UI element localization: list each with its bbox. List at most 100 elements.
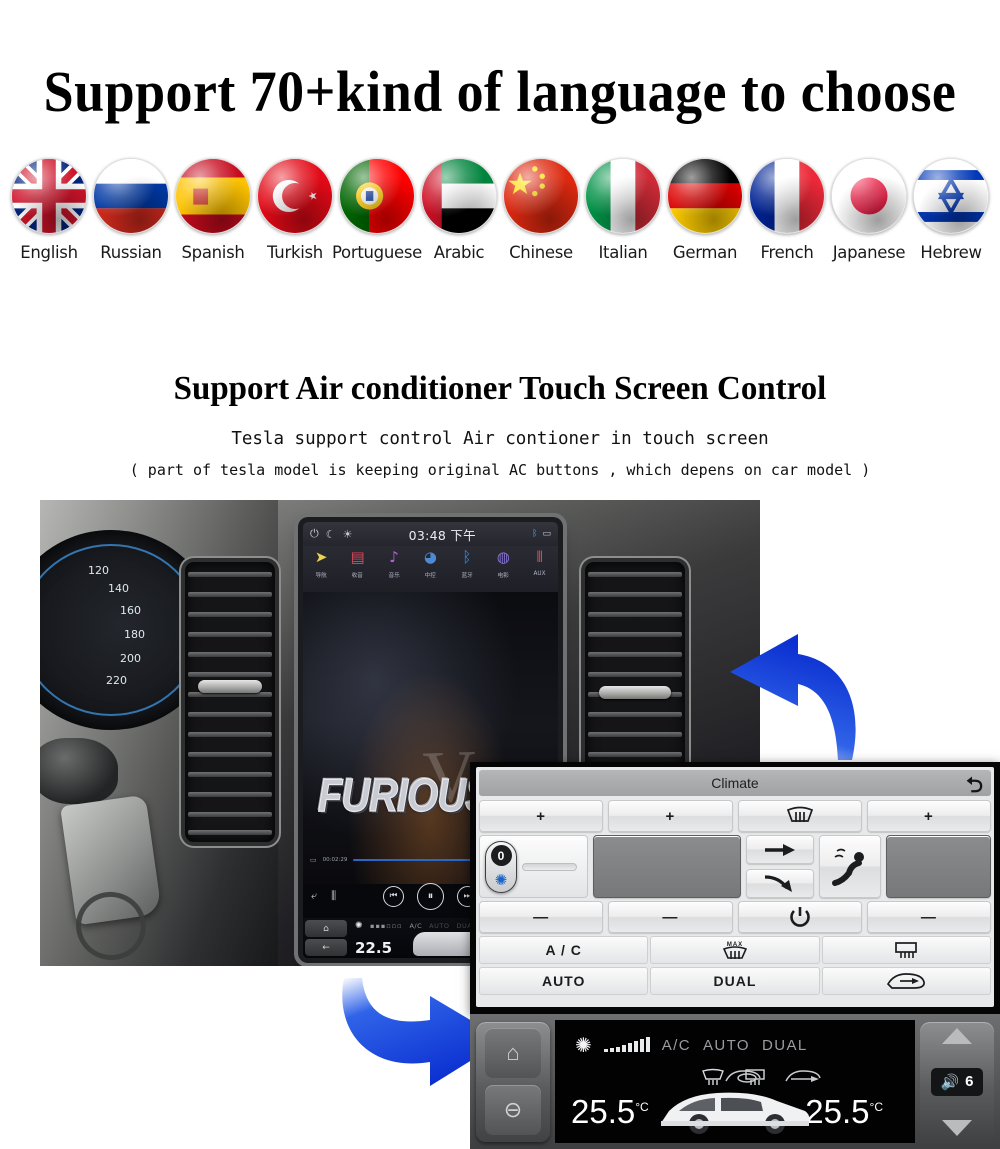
list-item-label: German	[672, 243, 738, 262]
airflow-foot-button[interactable]	[746, 869, 814, 898]
air-vent-left	[185, 562, 275, 842]
ac-toggle-button[interactable]: A / C	[479, 936, 649, 964]
back-icon[interactable]: ⊖	[485, 1084, 541, 1135]
fan-speed-slider[interactable]: 0 ✺	[479, 835, 588, 898]
list-item[interactable]: French	[746, 158, 828, 262]
arrow-curve-down-icon	[764, 874, 792, 892]
back-arrow-icon[interactable]: ⮌	[966, 771, 983, 806]
climate-row-decrease: — — —	[479, 901, 991, 933]
list-item[interactable]: Arabic	[418, 158, 500, 262]
app-nav[interactable]: ➤ 导航	[306, 549, 336, 579]
climate-control-panel[interactable]: Climate ⮌ + + + 0 ✺ — — — A / C MAX AUTO…	[470, 762, 1000, 1014]
back-icon[interactable]: ←	[305, 939, 347, 956]
ac-label[interactable]: A/C	[409, 922, 422, 930]
aux-icon: ⦀	[536, 548, 544, 566]
list-item[interactable]: English	[8, 158, 90, 262]
volume-value: 6	[965, 1073, 974, 1090]
max-defrost-button[interactable]: MAX	[650, 936, 820, 964]
volume-display: 🔊 6	[931, 1067, 983, 1096]
status-left-icons: ⏻ ☾ ☀	[310, 527, 352, 541]
bluetooth-icon: ᛒ	[462, 548, 472, 566]
list-item[interactable]: Hebrew	[910, 158, 992, 262]
fan-level-bars: ▪▪▪▫▫▫	[370, 922, 403, 930]
equalizer-icon[interactable]: ⫼	[331, 889, 336, 903]
seat-airflow-button[interactable]	[819, 835, 881, 898]
temp-right-display[interactable]	[886, 835, 991, 898]
temperature-left-value: 25.5	[571, 1093, 636, 1130]
flag-spain-icon	[175, 158, 251, 234]
temp-left-down-button[interactable]: —	[479, 901, 604, 933]
auto-label[interactable]: AUTO	[429, 922, 449, 930]
list-item-label: Turkish	[267, 243, 323, 262]
triangle-down-icon[interactable]	[942, 1119, 972, 1136]
list-item[interactable]: Turkish	[254, 158, 336, 262]
app-music[interactable]: ♪ 音乐	[379, 549, 409, 579]
home-icon[interactable]: ⌂	[485, 1028, 541, 1079]
climate-row-auto: AUTO DUAL	[479, 967, 991, 995]
temp-right-down-button[interactable]: —	[866, 901, 991, 933]
dual-toggle-button[interactable]: DUAL	[650, 967, 820, 995]
triangle-up-icon[interactable]	[942, 1027, 972, 1044]
list-item[interactable]: Russian	[90, 158, 172, 262]
temp-left-display[interactable]	[593, 835, 741, 898]
bluetooth-icon: ᛒ	[532, 529, 538, 539]
app-movie[interactable]: ◍ 电影	[488, 549, 518, 579]
flag-russia-icon	[93, 158, 169, 234]
auto-toggle-button[interactable]: AUTO	[479, 967, 649, 995]
section-note: ( part of tesla model is keeping origina…	[129, 461, 871, 479]
arrow-right-icon	[765, 843, 795, 856]
list-item-label: Arabic	[433, 243, 485, 262]
temp-left-up-button[interactable]: +	[479, 800, 604, 832]
power-icon	[789, 907, 810, 927]
moon-icon[interactable]: ☾	[326, 528, 336, 541]
list-item-label: Spanish	[181, 243, 245, 262]
recirculation-icon	[887, 973, 926, 989]
pause-button[interactable]: ⏸	[417, 882, 444, 910]
fan-slider-thumb[interactable]: 0 ✺	[485, 840, 517, 893]
list-item[interactable]: Chinese	[500, 158, 582, 262]
climate-panel-title: Climate	[711, 775, 759, 791]
climate-display-top-row: ✺ A/C AUTO DUAL	[575, 1032, 899, 1058]
list-item-label: Portuguese	[332, 243, 422, 262]
recirculation-button[interactable]	[821, 967, 991, 995]
app-aux[interactable]: ⦀ AUX	[525, 549, 555, 577]
app-bluetooth[interactable]: ᛒ 蓝牙	[452, 549, 482, 579]
fan-up-button[interactable]: +	[608, 800, 733, 832]
list-item-label: Russian	[100, 243, 162, 262]
flag-uae-icon	[421, 158, 497, 234]
front-defrost-icon	[786, 806, 813, 822]
loop-icon[interactable]: ⤶	[311, 889, 317, 903]
home-icon[interactable]: ⌂	[305, 920, 347, 937]
climate-panel-header: Climate ⮌	[479, 770, 991, 797]
flag-italy-icon	[585, 158, 661, 234]
volume-control[interactable]: 🔊 6	[920, 1021, 994, 1142]
list-item[interactable]: Portuguese	[332, 158, 422, 262]
clock-label: 03:48 下午	[408, 527, 476, 543]
rear-defrost-button[interactable]	[821, 936, 991, 964]
movie-icon: ◍	[496, 548, 510, 566]
previous-button[interactable]: ⏮	[383, 885, 404, 907]
sun-icon[interactable]: ☀	[343, 528, 353, 541]
list-item[interactable]: Japanese	[828, 158, 910, 262]
cluster-tick: 160	[120, 604, 141, 617]
app-car-control[interactable]: ◕ 中控	[415, 549, 445, 579]
airflow-face-button[interactable]	[746, 835, 814, 864]
fan-slider-track[interactable]	[522, 862, 577, 871]
vehicle-airflow-graphic	[661, 1092, 810, 1134]
list-item[interactable]: Italian	[582, 158, 664, 262]
front-defrost-button[interactable]	[737, 800, 862, 832]
hardware-left-keys[interactable]: ⌂ ⊖	[476, 1021, 550, 1142]
temperature-unit: °C	[869, 1100, 883, 1114]
list-item[interactable]: German	[664, 158, 746, 262]
side-hard-keys[interactable]: ⌂ ←	[303, 918, 349, 958]
list-item[interactable]: Spanish	[172, 158, 254, 262]
power-icon[interactable]: ⏻	[310, 527, 319, 541]
climate-row-increase: + + +	[479, 800, 991, 832]
app-radio[interactable]: ▤ 收音	[343, 549, 373, 579]
fan-down-button[interactable]: —	[608, 901, 733, 933]
flag-germany-icon	[667, 158, 743, 234]
hardware-climate-bar[interactable]: ⌂ ⊖ ✺ A/C AUTO DUAL 25.5°C 25.5°C 🔊 6	[470, 1014, 1000, 1149]
fan-icon: ✺	[355, 921, 364, 931]
temperature-right: 25.5°C	[805, 1093, 883, 1131]
climate-power-button[interactable]	[737, 901, 862, 933]
